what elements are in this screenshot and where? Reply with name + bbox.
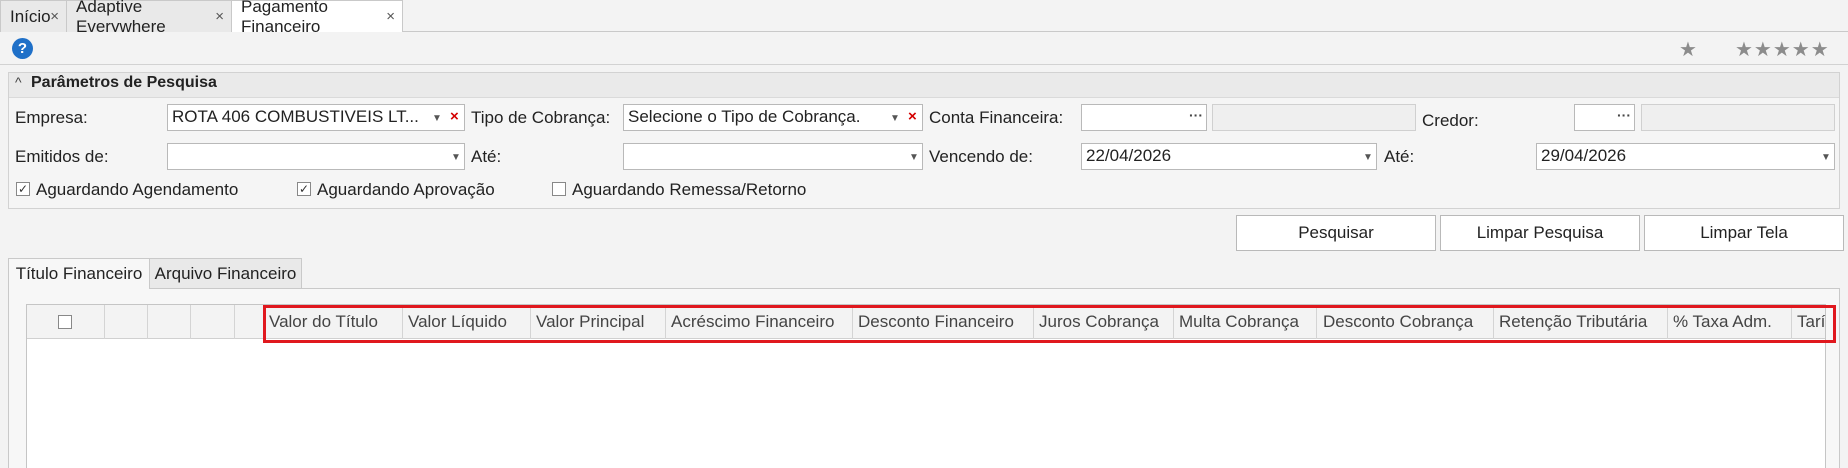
close-icon[interactable]: × xyxy=(215,8,224,25)
search-parameters-panel: ^ Parâmetros de Pesquisa xyxy=(8,72,1840,209)
tab-label: Início xyxy=(10,6,51,26)
chevron-down-icon[interactable]: ▼ xyxy=(890,113,900,124)
tipo-cobranca-value: Selecione o Tipo de Cobrança. xyxy=(628,107,861,126)
tab-pagamento-financeiro[interactable]: Pagamento Financeiro × xyxy=(231,0,403,36)
aguardando-agendamento-checkbox[interactable]: ✓ xyxy=(16,182,30,196)
aguardando-remessa-checkbox[interactable] xyxy=(552,182,566,196)
vencendo-de-value: 22/04/2026 xyxy=(1086,146,1172,165)
aguardando-remessa-label: Aguardando Remessa/Retorno xyxy=(572,180,807,199)
vencendo-ate-label: Até: xyxy=(1384,147,1415,166)
chevron-down-icon[interactable]: ▼ xyxy=(451,152,461,163)
close-icon[interactable]: × xyxy=(50,8,59,25)
aguardando-agendamento-label: Aguardando Agendamento xyxy=(36,180,239,199)
favorite-star-icon[interactable]: ★ xyxy=(1679,37,1698,62)
close-icon[interactable]: × xyxy=(386,8,395,25)
toolbar: ? ★ ★★★★★ xyxy=(0,32,1848,65)
empresa-label: Empresa: xyxy=(15,108,88,127)
panel-title: Parâmetros de Pesquisa xyxy=(31,74,217,91)
tab-inicio[interactable]: Início × xyxy=(0,0,67,32)
tipo-cobranca-select[interactable]: Selecione o Tipo de Cobrança. xyxy=(623,104,923,131)
chevron-down-icon[interactable]: ▼ xyxy=(1363,152,1373,163)
clear-icon[interactable]: × xyxy=(450,108,459,125)
vencendo-de-label: Vencendo de: xyxy=(929,147,1033,166)
lookup-button[interactable]: ··· xyxy=(1189,107,1203,123)
emitidos-ate-label: Até: xyxy=(471,147,502,166)
credor-label: Credor: xyxy=(1422,111,1479,130)
tab-arquivo-financeiro[interactable]: Arquivo Financeiro xyxy=(149,258,302,288)
panel-header[interactable]: ^ Parâmetros de Pesquisa xyxy=(9,73,1839,98)
lookup-button[interactable]: ··· xyxy=(1617,107,1631,123)
pesquisar-button[interactable]: Pesquisar xyxy=(1236,215,1436,251)
help-icon[interactable]: ? xyxy=(12,38,33,59)
conta-financeira-description-field xyxy=(1212,104,1416,131)
emitidos-de-date-field[interactable] xyxy=(167,143,465,170)
conta-financeira-label: Conta Financeira: xyxy=(929,108,1064,127)
highlight-box xyxy=(263,305,1836,343)
limpar-tela-button[interactable]: Limpar Tela xyxy=(1644,215,1844,251)
emitidos-de-label: Emitidos de: xyxy=(15,147,109,166)
empresa-select[interactable]: ROTA 406 COMBUSTIVEIS LT... xyxy=(167,104,465,131)
vencendo-ate-date-field[interactable]: 29/04/2026 xyxy=(1536,143,1835,170)
chevron-up-icon[interactable]: ^ xyxy=(15,74,22,90)
chevron-down-icon[interactable]: ▼ xyxy=(432,113,442,124)
tipo-cobranca-label: Tipo de Cobrança: xyxy=(471,108,611,127)
credor-description-field xyxy=(1641,104,1835,131)
tab-titulo-financeiro[interactable]: Título Financeiro xyxy=(8,258,150,289)
vencendo-ate-value: 29/04/2026 xyxy=(1541,146,1627,165)
chevron-down-icon[interactable]: ▼ xyxy=(1821,152,1831,163)
chevron-down-icon[interactable]: ▼ xyxy=(909,152,919,163)
limpar-pesquisa-button[interactable]: Limpar Pesquisa xyxy=(1440,215,1640,251)
tab-adaptive-everywhere[interactable]: Adaptive Everywhere × xyxy=(66,0,232,36)
aguardando-aprovacao-label: Aguardando Aprovação xyxy=(317,180,495,199)
emitidos-ate-date-field[interactable] xyxy=(623,143,923,170)
vencendo-de-date-field[interactable]: 22/04/2026 xyxy=(1081,143,1377,170)
select-all-checkbox[interactable] xyxy=(58,315,72,329)
empresa-value: ROTA 406 COMBUSTIVEIS LT... xyxy=(172,107,419,126)
document-tab-bar: Início × Adaptive Everywhere × Pagamento… xyxy=(0,0,1848,36)
rating-stars-icon[interactable]: ★★★★★ xyxy=(1735,37,1830,62)
aguardando-aprovacao-checkbox[interactable]: ✓ xyxy=(297,182,311,196)
clear-icon[interactable]: × xyxy=(908,108,917,125)
